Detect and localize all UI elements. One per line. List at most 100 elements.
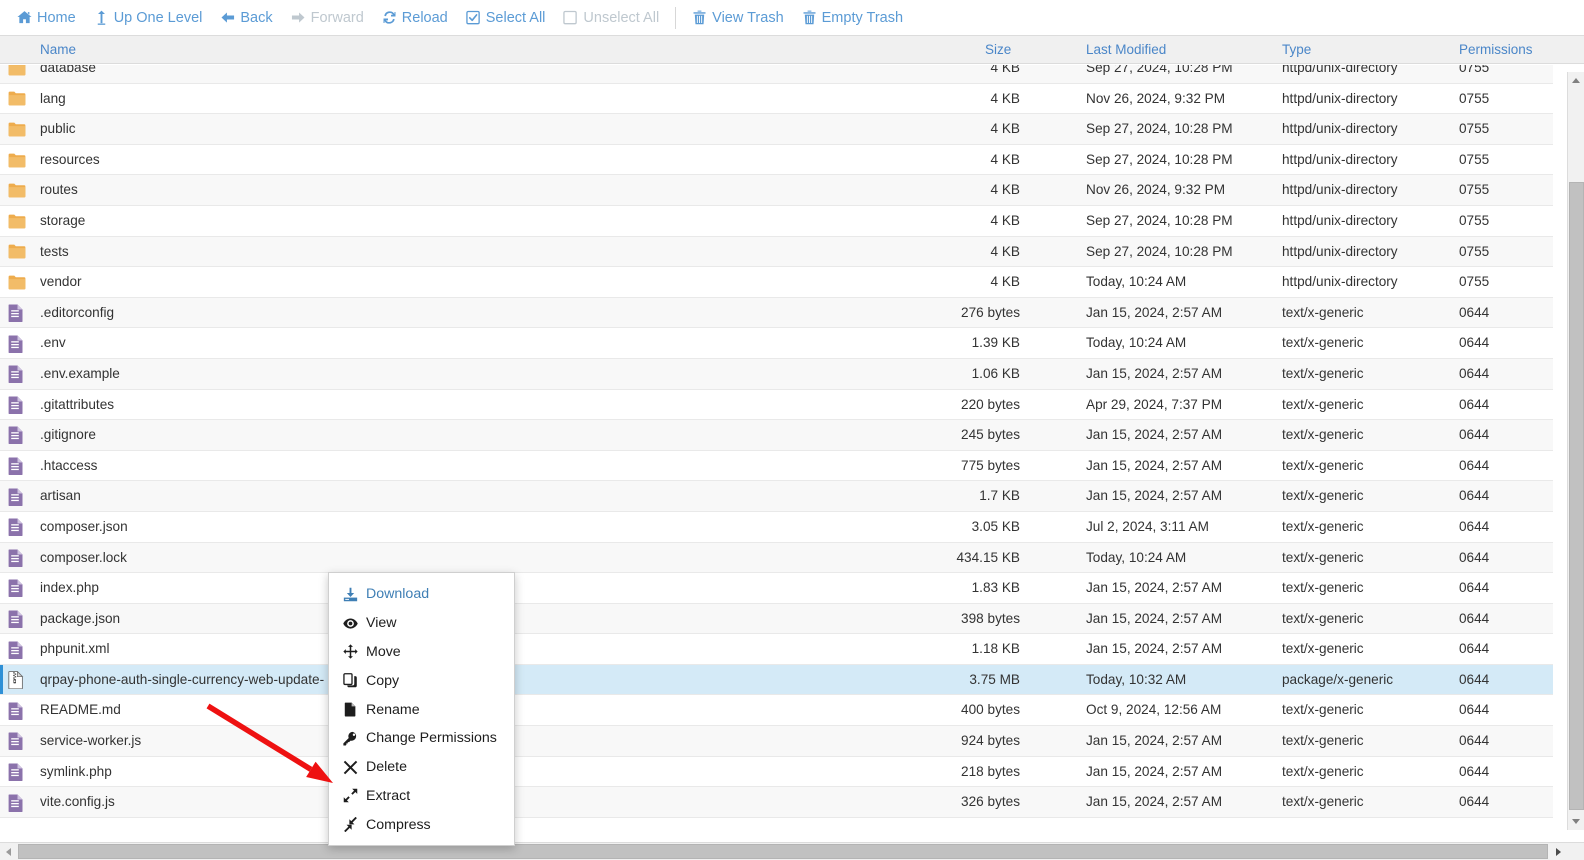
table-row[interactable]: artisan 1.7 KB Jan 15, 2024, 2:57 AM text/x… xyxy=(0,481,1553,512)
file-icon xyxy=(8,451,30,482)
vertical-scrollbar-thumb[interactable] xyxy=(1569,182,1584,810)
file-name[interactable]: lang xyxy=(40,84,66,115)
file-name[interactable]: artisan xyxy=(40,481,81,512)
file-name[interactable]: .env xyxy=(40,328,66,359)
eye-icon xyxy=(343,616,358,631)
table-row[interactable]: .gitattributes 220 bytes Apr 29, 2024, 7:3… xyxy=(0,389,1553,421)
toolbar-button-up-one-level[interactable]: Up One Level xyxy=(85,7,212,29)
context-menu-item-change-permissions[interactable]: Change Permissions xyxy=(329,724,514,753)
context-menu-item-download[interactable]: Download xyxy=(329,580,514,609)
file-name[interactable]: README.md xyxy=(40,695,121,726)
file-name[interactable]: vite.config.js xyxy=(40,787,115,818)
file-type: httpd/unix-directory xyxy=(1282,121,1398,137)
file-type: package/x-generic xyxy=(1282,671,1394,687)
file-name[interactable]: .gitignore xyxy=(40,420,96,451)
table-row[interactable]: public 4 KB Sep 27, 2024, 10:28 PM httpd/un… xyxy=(0,114,1553,145)
file-name[interactable]: package.json xyxy=(40,604,120,635)
context-menu-item-view[interactable]: View xyxy=(329,609,514,638)
horizontal-scrollbar[interactable] xyxy=(0,842,1584,860)
file-name[interactable]: public xyxy=(40,114,76,145)
table-row[interactable]: .env.example 1.06 KB Jan 15, 2024, 2:57 AM… xyxy=(0,358,1553,390)
toolbar-button-view-trash[interactable]: View Trash xyxy=(683,7,792,29)
file-size: 3.05 KB xyxy=(971,518,1020,534)
scroll-right-arrow-icon[interactable] xyxy=(1550,843,1567,860)
vertical-scrollbar[interactable] xyxy=(1567,72,1584,830)
file-size: 4 KB xyxy=(990,65,1020,75)
scroll-left-arrow-icon[interactable] xyxy=(0,843,17,860)
table-row[interactable]: symlink.php 218 bytes Jan 15, 2024, 2:57 A… xyxy=(0,756,1553,788)
column-header-type[interactable]: Type xyxy=(1282,36,1311,64)
table-row[interactable]: package.json 398 bytes Jan 15, 2024, 2:57 … xyxy=(0,603,1553,635)
toolbar-button-home[interactable]: Home xyxy=(8,7,85,29)
file-name[interactable]: composer.json xyxy=(40,512,128,543)
table-row[interactable]: qrpay-phone-auth-single-currency-web-upd… xyxy=(0,664,1553,696)
file-name[interactable]: qrpay-phone-auth-single-currency-web-upd… xyxy=(40,665,324,696)
table-row[interactable]: composer.lock 434.15 KB Today, 10:24 AM tex… xyxy=(0,542,1553,574)
toolbar-button-back[interactable]: Back xyxy=(211,7,281,29)
table-row[interactable]: .editorconfig 276 bytes Jan 15, 2024, 2:57… xyxy=(0,297,1553,329)
table-row[interactable]: tests 4 KB Sep 27, 2024, 10:28 PM httpd/uni… xyxy=(0,236,1553,268)
table-row[interactable]: index.php 1.83 KB Jan 15, 2024, 2:57 AM tex… xyxy=(0,573,1553,604)
table-row[interactable]: routes 4 KB Nov 26, 2024, 9:32 PM httpd/uni… xyxy=(0,175,1553,206)
column-header-permissions[interactable]: Permissions xyxy=(1459,36,1533,64)
table-row[interactable]: storage 4 KB Sep 27, 2024, 10:28 PM httpd/u… xyxy=(0,205,1553,237)
table-row[interactable]: lang 4 KB Nov 26, 2024, 9:32 PM httpd/unix-… xyxy=(0,83,1553,115)
file-permissions: 0755 xyxy=(1459,65,1490,75)
file-permissions: 0644 xyxy=(1459,610,1490,626)
file-name[interactable]: .gitattributes xyxy=(40,390,114,421)
context-menu-item-compress[interactable]: Compress xyxy=(329,810,514,839)
file-name[interactable]: phpunit.xml xyxy=(40,634,110,665)
context-menu-item-rename[interactable]: Rename xyxy=(329,695,514,724)
table-row[interactable]: .htaccess 775 bytes Jan 15, 2024, 2:57 AM t… xyxy=(0,450,1553,482)
file-name[interactable]: .htaccess xyxy=(40,451,97,482)
file-permissions: 0644 xyxy=(1459,518,1490,534)
file-size: 245 bytes xyxy=(961,427,1020,443)
context-menu-item-extract[interactable]: Extract xyxy=(329,782,514,811)
table-row[interactable]: .env 1.39 KB Today, 10:24 AM text/x-generic… xyxy=(0,328,1553,359)
table-row[interactable]: resources 4 KB Sep 27, 2024, 10:28 PM httpd… xyxy=(0,144,1553,176)
file-name[interactable]: resources xyxy=(40,145,100,176)
file-icon xyxy=(8,420,30,451)
toolbar-button-label: Home xyxy=(37,9,76,26)
toolbar-button-label: Back xyxy=(240,9,273,26)
file-name[interactable]: vendor xyxy=(40,267,82,298)
table-row[interactable]: composer.json 3.05 KB Jul 2, 2024, 3:11 AM… xyxy=(0,511,1553,543)
file-name[interactable]: symlink.php xyxy=(40,757,112,788)
table-row[interactable]: phpunit.xml 1.18 KB Jan 15, 2024, 2:57 AM t… xyxy=(0,634,1553,665)
file-name[interactable]: index.php xyxy=(40,573,99,604)
horizontal-scrollbar-thumb[interactable] xyxy=(18,844,1548,859)
table-row[interactable]: service-worker.js 924 bytes Jan 15, 2024, … xyxy=(0,726,1553,757)
toolbar-button-label: Unselect All xyxy=(583,9,660,26)
toolbar-button-select-all[interactable]: Select All xyxy=(457,7,555,29)
toolbar-button-empty-trash[interactable]: Empty Trash xyxy=(793,7,912,29)
file-modified: Jan 15, 2024, 2:57 AM xyxy=(1086,304,1223,320)
table-row[interactable]: vite.config.js 326 bytes Jan 15, 2024, 2:5… xyxy=(0,787,1553,818)
archive-icon xyxy=(8,665,30,696)
file-name[interactable]: service-worker.js xyxy=(40,726,141,757)
scroll-up-arrow-icon[interactable] xyxy=(1568,72,1584,89)
column-header-size[interactable]: Size xyxy=(985,36,1011,64)
table-row[interactable]: vendor 4 KB Today, 10:24 AM httpd/unix-dire… xyxy=(0,267,1553,298)
context-menu-item-move[interactable]: Move xyxy=(329,638,514,667)
file-name[interactable]: tests xyxy=(40,237,69,268)
move-icon xyxy=(343,644,358,660)
table-row[interactable]: database 4 KB Sep 27, 2024, 10:28 PM httpd/… xyxy=(0,65,1553,84)
file-name[interactable]: routes xyxy=(40,175,78,206)
arrow-left-icon xyxy=(220,10,235,25)
file-name[interactable]: database xyxy=(40,65,96,84)
file-name[interactable]: composer.lock xyxy=(40,543,127,574)
scroll-down-arrow-icon[interactable] xyxy=(1568,813,1584,830)
context-menu-item-copy[interactable]: Copy xyxy=(329,666,514,695)
file-name[interactable]: storage xyxy=(40,206,85,237)
column-header-name[interactable]: Name xyxy=(40,36,76,64)
column-header-last-modified[interactable]: Last Modified xyxy=(1086,36,1166,64)
table-row[interactable]: README.md 400 bytes Oct 9, 2024, 12:56 AM t… xyxy=(0,695,1553,727)
compress-icon xyxy=(343,817,358,833)
file-type: text/x-generic xyxy=(1282,641,1364,657)
context-menu-item-delete[interactable]: Delete xyxy=(329,753,514,782)
toolbar-button-reload[interactable]: Reload xyxy=(373,7,457,29)
file-name[interactable]: .editorconfig xyxy=(40,298,114,329)
file-name[interactable]: .env.example xyxy=(40,359,120,390)
file-size: 1.18 KB xyxy=(971,641,1020,657)
table-row[interactable]: .gitignore 245 bytes Jan 15, 2024, 2:57 AM… xyxy=(0,420,1553,451)
